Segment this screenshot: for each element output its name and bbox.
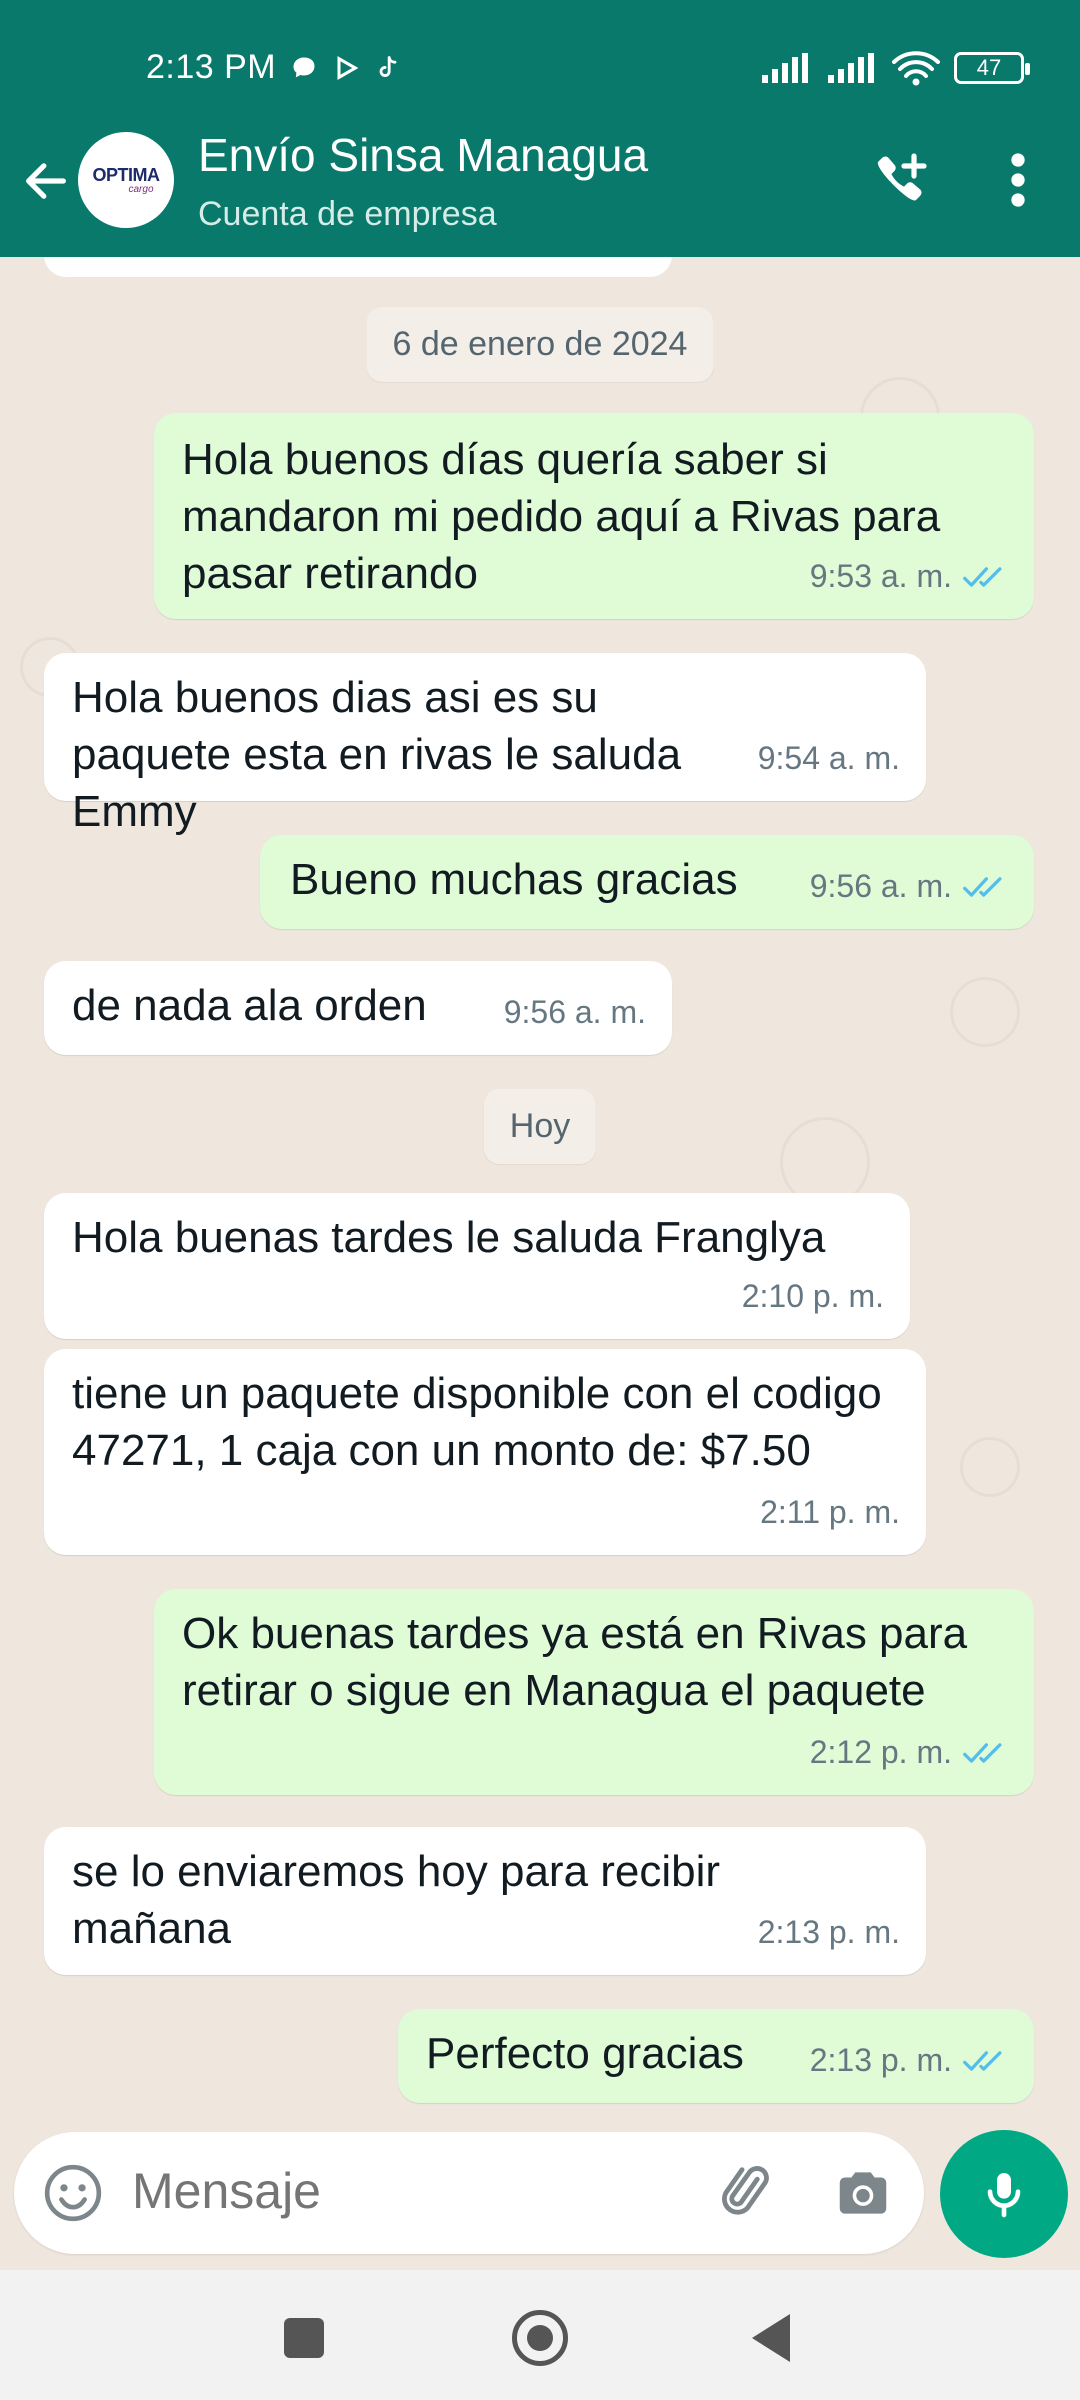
- wifi-icon: [892, 51, 940, 86]
- message-bubble-outgoing[interactable]: Ok buenas tardes ya está en Rivas para r…: [154, 1589, 1034, 1795]
- back-button[interactable]: [752, 2314, 790, 2362]
- message-text: Ok buenas tardes ya está en Rivas para r…: [182, 1609, 968, 1715]
- message-time: 2:12 p. m.: [809, 1734, 952, 1770]
- back-arrow-icon[interactable]: [20, 155, 72, 207]
- message-bubble-incoming[interactable]: de nada ala orden 9:56 a. m.: [44, 961, 672, 1055]
- tiktok-icon: [379, 55, 397, 77]
- message-text: Hola buenas tardes le saluda Franglya: [72, 1213, 826, 1262]
- emoji-icon[interactable]: [42, 2162, 104, 2224]
- message-time: 2:10 p. m.: [741, 1278, 884, 1314]
- message-text: tiene un paquete disponible con el codig…: [72, 1369, 882, 1475]
- avatar-logo-subtext: cargo: [128, 184, 154, 195]
- message-bubble-outgoing[interactable]: Hola buenos días quería saber si mandaro…: [154, 413, 1034, 619]
- message-text: se lo enviaremos hoy para recibir mañana: [72, 1847, 721, 1953]
- double-check-icon: [963, 876, 1002, 897]
- message-bubble-outgoing[interactable]: Perfecto gracias 2:13 p. m.: [398, 2009, 1034, 2103]
- message-bubble-incoming[interactable]: Hola buenas tardes le saluda Franglya 2:…: [44, 1193, 910, 1339]
- message-meta: 2:11 p. m.: [760, 1484, 900, 1541]
- date-chip: Hoy: [483, 1089, 597, 1164]
- battery-indicator: 47: [954, 52, 1030, 84]
- message-bubble-incoming[interactable]: tiene un paquete disponible con el codig…: [44, 1349, 926, 1555]
- chat-area[interactable]: 6 de enero de 2024 Hola buenos días quer…: [0, 257, 1080, 2132]
- chat-title[interactable]: Envío Sinsa Managua: [198, 128, 648, 182]
- paperclip-icon[interactable]: [714, 2160, 778, 2224]
- message-meta: 9:56 a. m.: [810, 858, 1008, 915]
- message-time: 2:13 p. m.: [757, 1914, 900, 1950]
- message-bubble-outgoing[interactable]: Bueno muchas gracias 9:56 a. m.: [260, 835, 1034, 929]
- message-time: 2:11 p. m.: [760, 1494, 900, 1530]
- message-meta: 9:53 a. m.: [810, 548, 1008, 605]
- status-time: 2:13 PM: [146, 48, 277, 86]
- message-meta: 2:13 p. m.: [758, 1904, 900, 1961]
- status-bar: 2:13 PM: [146, 48, 402, 87]
- app-header: 2:13 PM 47 OPTIMA cargo Envío Sinsa Mana…: [0, 0, 1080, 257]
- home-button[interactable]: [512, 2310, 568, 2366]
- chat-subtitle[interactable]: Cuenta de empresa: [198, 195, 497, 234]
- message-time: 9:56 a. m.: [503, 994, 646, 1030]
- message-time: 9:54 a. m.: [757, 740, 900, 776]
- message-composer: [14, 2132, 924, 2254]
- more-options-icon[interactable]: [1000, 150, 1036, 210]
- date-chip: 6 de enero de 2024: [366, 307, 714, 382]
- chat-bubble-icon: [293, 57, 315, 77]
- status-icons: 47: [760, 50, 1030, 86]
- message-time: 9:53 a. m.: [809, 558, 952, 594]
- message-bubble-incoming[interactable]: Hola buenos dias asi es su paquete esta …: [44, 653, 926, 836]
- double-check-icon: [963, 566, 1002, 587]
- avatar-logo-text: OPTIMA: [92, 165, 161, 185]
- wallpaper-doodle: [960, 1437, 1020, 1497]
- double-check-icon: [963, 2050, 1002, 2071]
- voice-message-button[interactable]: [940, 2130, 1068, 2258]
- previous-message-bubble: [44, 257, 672, 277]
- signal-icon-2: [828, 53, 874, 83]
- message-meta: 9:54 a. m.: [758, 730, 900, 787]
- message-time: 2:13 p. m.: [809, 2042, 952, 2078]
- message-bubble-incoming[interactable]: se lo enviaremos hoy para recibir mañana…: [44, 1827, 926, 1975]
- message-input[interactable]: [132, 2162, 692, 2220]
- message-meta: 2:13 p. m.: [810, 2032, 1008, 2089]
- message-meta: 9:56 a. m.: [504, 984, 646, 1041]
- message-text: Hola buenos dias asi es su paquete esta …: [72, 673, 682, 836]
- play-icon: [337, 55, 359, 80]
- add-call-icon[interactable]: [870, 150, 930, 210]
- double-check-icon: [963, 1742, 1002, 1763]
- microphone-icon: [987, 2173, 1021, 2218]
- recent-apps-button[interactable]: [284, 2318, 324, 2358]
- wallpaper-doodle: [950, 977, 1020, 1047]
- message-meta: 2:12 p. m.: [810, 1724, 1008, 1781]
- contact-avatar[interactable]: OPTIMA cargo: [78, 132, 174, 228]
- message-meta: 2:10 p. m.: [742, 1268, 884, 1325]
- camera-icon[interactable]: [832, 2162, 894, 2224]
- system-navigation-bar: [0, 2270, 1080, 2400]
- signal-icon: [762, 53, 808, 83]
- message-time: 9:56 a. m.: [809, 868, 952, 904]
